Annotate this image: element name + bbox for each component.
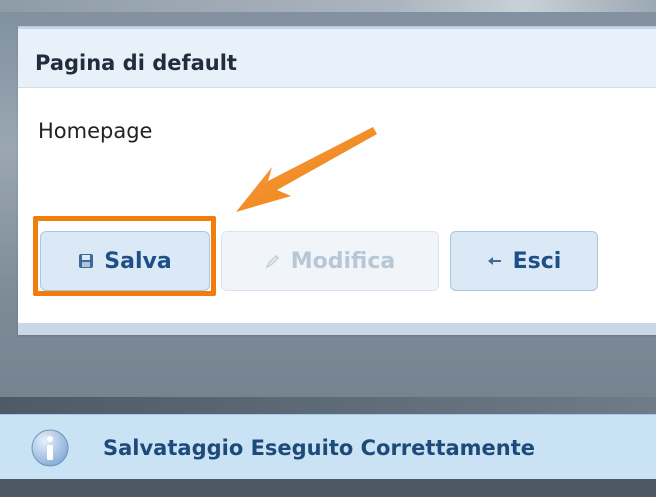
notification-bar: Salvataggio Eseguito Correttamente [0, 414, 656, 480]
save-button-label: Salva [104, 248, 172, 274]
default-page-panel: Pagina di default Homepage Salva Modific… [18, 26, 656, 335]
panel-header: Pagina di default [18, 27, 656, 88]
edit-button[interactable]: Modifica [221, 231, 439, 291]
edit-button-label: Modifica [290, 248, 396, 274]
default-page-value: Homepage [38, 119, 153, 143]
arrow-left-icon [487, 255, 503, 267]
exit-button-label: Esci [512, 248, 562, 274]
exit-button[interactable]: Esci [450, 231, 598, 291]
save-button[interactable]: Salva [40, 231, 210, 291]
floppy-disk-icon [78, 253, 94, 269]
pencil-icon [264, 253, 281, 269]
panel-title: Pagina di default [35, 51, 237, 75]
background-band [0, 0, 656, 12]
notification-message: Salvataggio Eseguito Correttamente [103, 436, 536, 460]
bottom-band [0, 479, 656, 497]
info-icon [30, 428, 70, 472]
dark-separator-band [0, 397, 656, 415]
panel-footer [18, 323, 656, 335]
